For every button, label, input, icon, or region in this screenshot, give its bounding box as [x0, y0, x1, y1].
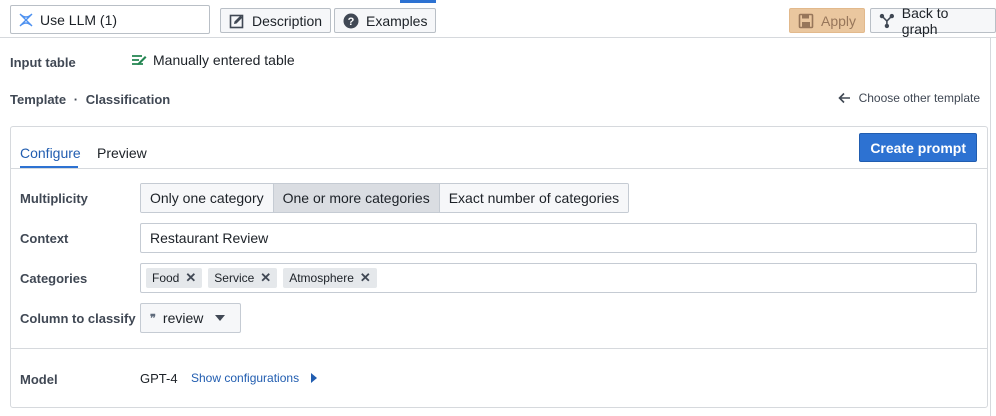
- categories-label: Categories: [20, 271, 88, 286]
- save-icon: [798, 13, 814, 28]
- multiplicity-option-exact[interactable]: Exact number of categories: [439, 184, 629, 212]
- back-to-graph-label: Back to graph: [901, 4, 949, 37]
- category-tag-label: Food: [152, 271, 180, 285]
- context-input-value: Restaurant Review: [150, 230, 269, 246]
- remove-tag-icon[interactable]: ✕: [185, 270, 196, 286]
- multiplicity-label: Multiplicity: [20, 191, 88, 206]
- multiplicity-segmented-control: Only one category One or more categories…: [140, 183, 630, 213]
- category-tag-label: Service: [214, 271, 255, 285]
- transform-name-value: Use LLM (1): [40, 11, 118, 28]
- help-icon: ?: [343, 13, 359, 28]
- apply-button-label: Apply: [821, 12, 857, 29]
- input-table-value: Manually entered table: [153, 52, 295, 68]
- back-to-graph-button[interactable]: Back to graph: [870, 5, 996, 37]
- tab-preview[interactable]: Preview: [97, 145, 147, 161]
- section-divider: [11, 348, 987, 349]
- template-value: Classification: [85, 92, 171, 107]
- examples-button[interactable]: ? Examples: [334, 8, 437, 33]
- show-configurations-label: Show configurations: [191, 371, 300, 385]
- svg-text:?: ?: [348, 16, 355, 28]
- choose-other-template-link[interactable]: Choose other template: [837, 91, 980, 105]
- model-value: GPT-4: [140, 371, 178, 386]
- transform-name-input[interactable]: Use LLM (1): [10, 5, 210, 34]
- remove-tag-icon[interactable]: ✕: [260, 270, 271, 286]
- multiplicity-option-one-or-more[interactable]: One or more categories: [273, 184, 440, 212]
- apply-button[interactable]: Apply: [789, 8, 866, 33]
- input-table-link[interactable]: Manually entered table: [131, 52, 295, 68]
- template-separator: ·: [73, 92, 79, 107]
- description-button-label: Description: [252, 12, 323, 29]
- category-tag: Food ✕: [146, 268, 203, 288]
- choose-other-template-label: Choose other template: [858, 91, 980, 105]
- active-tab-indicator: [20, 166, 78, 168]
- template-heading: Template · Classification: [10, 92, 170, 107]
- category-tag: Service ✕: [208, 268, 278, 288]
- caret-right-icon: [311, 373, 318, 383]
- category-tag: Atmosphere ✕: [283, 268, 377, 288]
- remove-tag-icon[interactable]: ✕: [360, 270, 371, 286]
- column-to-classify-label: Column to classify: [20, 311, 136, 326]
- examples-button-label: Examples: [366, 12, 428, 29]
- config-card: Configure Preview Create prompt Multipli…: [10, 126, 988, 408]
- description-button[interactable]: Description: [220, 8, 332, 33]
- llm-icon: [19, 12, 33, 27]
- context-label: Context: [20, 231, 69, 246]
- show-configurations-link[interactable]: Show configurations: [191, 371, 318, 385]
- context-input[interactable]: Restaurant Review: [140, 223, 977, 253]
- config-tabs: Configure Preview Create prompt: [11, 127, 987, 169]
- tab-configure[interactable]: Configure: [20, 145, 81, 161]
- category-tag-label: Atmosphere: [289, 271, 354, 285]
- caret-down-icon: [215, 315, 226, 321]
- create-prompt-button[interactable]: Create prompt: [859, 133, 977, 162]
- manual-table-icon: [132, 55, 147, 65]
- column-select-value: review: [162, 310, 204, 326]
- edit-icon: [229, 14, 244, 28]
- string-column-icon: ❞: [150, 312, 156, 325]
- model-label: Model: [20, 372, 58, 387]
- panel-right-border: [990, 38, 991, 416]
- toolbar: Use LLM (1) Description ? Examples Apply: [0, 3, 996, 38]
- input-table-label: Input table: [10, 55, 76, 70]
- graph-icon: [879, 13, 894, 28]
- categories-tag-input[interactable]: Food ✕ Service ✕ Atmosphere ✕: [140, 263, 977, 293]
- template-label: Template: [10, 92, 67, 107]
- column-select[interactable]: ❞ review: [140, 303, 241, 333]
- arrow-left-icon: [837, 92, 850, 104]
- multiplicity-option-one[interactable]: Only one category: [141, 184, 274, 212]
